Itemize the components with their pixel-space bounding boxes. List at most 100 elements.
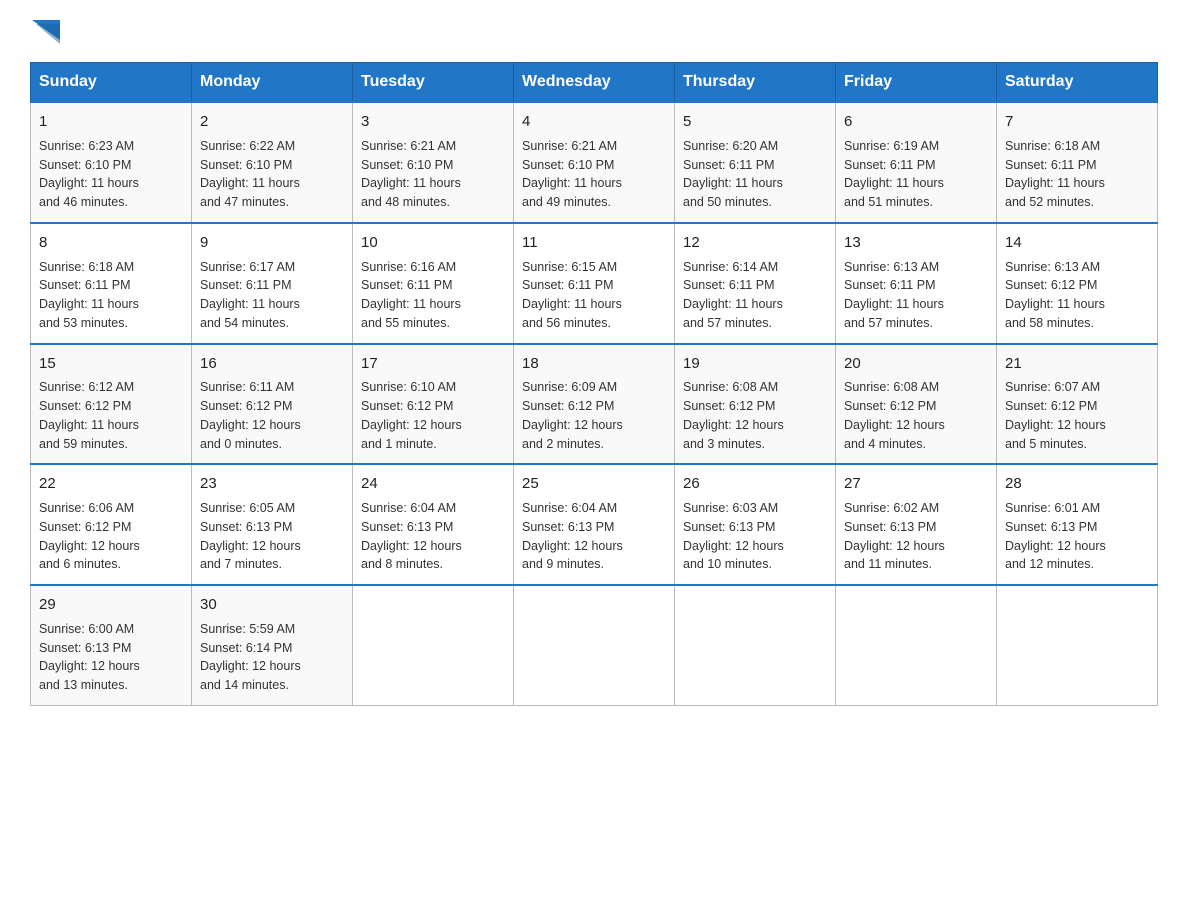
day-number: 17	[361, 353, 505, 375]
daylight-info: Daylight: 11 hoursand 59 minutes.	[39, 416, 183, 454]
calendar-cell: 21 Sunrise: 6:07 AMSunset: 6:12 PMDayligh…	[997, 344, 1158, 465]
calendar-cell: 11 Sunrise: 6:15 AMSunset: 6:11 PMDayligh…	[514, 223, 675, 344]
day-number: 11	[522, 232, 666, 254]
sunset-info: Sunset: 6:10 PM	[200, 156, 344, 175]
calendar-cell: 15Sunrise: 6:12 AMSunset: 6:12 PMDayligh…	[31, 344, 192, 465]
calendar-cell: 2Sunrise: 6:22 AMSunset: 6:10 PMDaylight…	[192, 102, 353, 223]
sunset-info: Sunset: 6:12 PM	[361, 397, 505, 416]
sunset-info: Sunset: 6:10 PM	[522, 156, 666, 175]
daylight-hours: Daylight: 11 hours	[1005, 174, 1149, 193]
col-header-thursday: Thursday	[675, 63, 836, 103]
sunrise-info: Sunrise: 6:08 AM	[683, 378, 827, 397]
calendar-cell: 6Sunrise: 6:19 AMSunset: 6:11 PMDaylight…	[836, 102, 997, 223]
sunrise-info: Sunrise: 6:10 AM	[361, 378, 505, 397]
calendar-cell: 3Sunrise: 6:21 AMSunset: 6:10 PMDaylight…	[353, 102, 514, 223]
daylight-hours: Daylight: 12 hours	[1005, 416, 1149, 435]
daylight-info: Daylight: 11 hoursand 53 minutes.	[39, 295, 183, 333]
sunrise-info: Sunrise: 6:12 AM	[39, 378, 183, 397]
col-header-saturday: Saturday	[997, 63, 1158, 103]
daylight-info: Daylight: 11 hoursand 50 minutes.	[683, 174, 827, 212]
sunrise-info: Sunrise: 6:03 AM	[683, 499, 827, 518]
day-number: 29	[39, 594, 183, 616]
calendar-cell	[514, 585, 675, 705]
day-info: Sunrise: 6:15 AMSunset: 6:11 PMDaylight:…	[522, 258, 666, 333]
daylight-info: Daylight: 11 hoursand 57 minutes.	[844, 295, 988, 333]
day-number: 21	[1005, 353, 1149, 375]
daylight-info: Daylight: 12 hoursand 1 minute.	[361, 416, 505, 454]
day-info: Sunrise: 6:08 AMSunset: 6:12 PMDaylight:…	[844, 378, 988, 453]
week-row-2: 8Sunrise: 6:18 AMSunset: 6:11 PMDaylight…	[31, 223, 1158, 344]
day-number: 13	[844, 232, 988, 254]
logo-triangle-icon	[32, 16, 60, 44]
day-number: 6	[844, 111, 988, 133]
daylight-minutes: and 7 minutes.	[200, 555, 344, 574]
daylight-hours: Daylight: 12 hours	[200, 416, 344, 435]
calendar-cell: 9Sunrise: 6:17 AMSunset: 6:11 PMDaylight…	[192, 223, 353, 344]
daylight-info: Daylight: 11 hoursand 54 minutes.	[200, 295, 344, 333]
daylight-minutes: and 6 minutes.	[39, 555, 183, 574]
sunset-info: Sunset: 6:11 PM	[1005, 156, 1149, 175]
day-number: 5	[683, 111, 827, 133]
daylight-minutes: and 53 minutes.	[39, 314, 183, 333]
daylight-hours: Daylight: 12 hours	[844, 537, 988, 556]
day-info: Sunrise: 6:21 AMSunset: 6:10 PMDaylight:…	[522, 137, 666, 212]
sunset-info: Sunset: 6:12 PM	[1005, 276, 1149, 295]
daylight-hours: Daylight: 11 hours	[39, 416, 183, 435]
daylight-info: Daylight: 11 hoursand 48 minutes.	[361, 174, 505, 212]
calendar-cell: 13Sunrise: 6:13 AMSunset: 6:11 PMDayligh…	[836, 223, 997, 344]
day-info: Sunrise: 6:00 AMSunset: 6:13 PMDaylight:…	[39, 620, 183, 695]
daylight-info: Daylight: 11 hoursand 49 minutes.	[522, 174, 666, 212]
sunset-info: Sunset: 6:12 PM	[683, 397, 827, 416]
week-row-4: 22Sunrise: 6:06 AMSunset: 6:12 PMDayligh…	[31, 464, 1158, 585]
daylight-hours: Daylight: 11 hours	[39, 295, 183, 314]
calendar-cell: 16Sunrise: 6:11 AMSunset: 6:12 PMDayligh…	[192, 344, 353, 465]
daylight-minutes: and 54 minutes.	[200, 314, 344, 333]
daylight-minutes: and 2 minutes.	[522, 435, 666, 454]
sunset-info: Sunset: 6:11 PM	[683, 276, 827, 295]
daylight-minutes: and 49 minutes.	[522, 193, 666, 212]
daylight-info: Daylight: 11 hoursand 57 minutes.	[683, 295, 827, 333]
calendar-cell	[353, 585, 514, 705]
sunrise-info: Sunrise: 6:18 AM	[39, 258, 183, 277]
daylight-minutes: and 51 minutes.	[844, 193, 988, 212]
daylight-hours: Daylight: 11 hours	[522, 295, 666, 314]
sunrise-info: Sunrise: 5:59 AM	[200, 620, 344, 639]
daylight-info: Daylight: 11 hoursand 47 minutes.	[200, 174, 344, 212]
sunset-info: Sunset: 6:13 PM	[39, 639, 183, 658]
day-info: Sunrise: 5:59 AMSunset: 6:14 PMDaylight:…	[200, 620, 344, 695]
sunrise-info: Sunrise: 6:07 AM	[1005, 378, 1149, 397]
day-info: Sunrise: 6:22 AMSunset: 6:10 PMDaylight:…	[200, 137, 344, 212]
calendar-cell: 17 Sunrise: 6:10 AMSunset: 6:12 PMDayligh…	[353, 344, 514, 465]
day-info: Sunrise: 6:07 AMSunset: 6:12 PMDaylight:…	[1005, 378, 1149, 453]
sunset-info: Sunset: 6:13 PM	[200, 518, 344, 537]
sunset-info: Sunset: 6:11 PM	[844, 276, 988, 295]
daylight-hours: Daylight: 11 hours	[361, 174, 505, 193]
calendar-table: SundayMondayTuesdayWednesdayThursdayFrid…	[30, 62, 1158, 706]
calendar-cell: 29 Sunrise: 6:00 AMSunset: 6:13 PMDayligh…	[31, 585, 192, 705]
daylight-hours: Daylight: 12 hours	[200, 537, 344, 556]
day-number: 30	[200, 594, 344, 616]
sunrise-info: Sunrise: 6:11 AM	[200, 378, 344, 397]
calendar-cell: 10Sunrise: 6:16 AMSunset: 6:11 PMDayligh…	[353, 223, 514, 344]
calendar-cell: 12Sunrise: 6:14 AMSunset: 6:11 PMDayligh…	[675, 223, 836, 344]
daylight-minutes: and 57 minutes.	[844, 314, 988, 333]
sunset-info: Sunset: 6:13 PM	[361, 518, 505, 537]
daylight-info: Daylight: 12 hoursand 3 minutes.	[683, 416, 827, 454]
day-number: 8	[39, 232, 183, 254]
day-info: Sunrise: 6:02 AMSunset: 6:13 PMDaylight:…	[844, 499, 988, 574]
week-row-1: 1Sunrise: 6:23 AMSunset: 6:10 PMDaylight…	[31, 102, 1158, 223]
sunrise-info: Sunrise: 6:14 AM	[683, 258, 827, 277]
daylight-info: Daylight: 11 hoursand 46 minutes.	[39, 174, 183, 212]
sunrise-info: Sunrise: 6:18 AM	[1005, 137, 1149, 156]
calendar-cell	[675, 585, 836, 705]
daylight-minutes: and 50 minutes.	[683, 193, 827, 212]
day-number: 19	[683, 353, 827, 375]
sunrise-info: Sunrise: 6:09 AM	[522, 378, 666, 397]
daylight-hours: Daylight: 12 hours	[844, 416, 988, 435]
calendar-cell: 27Sunrise: 6:02 AMSunset: 6:13 PMDayligh…	[836, 464, 997, 585]
calendar-cell: 5Sunrise: 6:20 AMSunset: 6:11 PMDaylight…	[675, 102, 836, 223]
daylight-minutes: and 56 minutes.	[522, 314, 666, 333]
calendar-cell: 23Sunrise: 6:05 AMSunset: 6:13 PMDayligh…	[192, 464, 353, 585]
sunrise-info: Sunrise: 6:02 AM	[844, 499, 988, 518]
daylight-hours: Daylight: 12 hours	[683, 537, 827, 556]
